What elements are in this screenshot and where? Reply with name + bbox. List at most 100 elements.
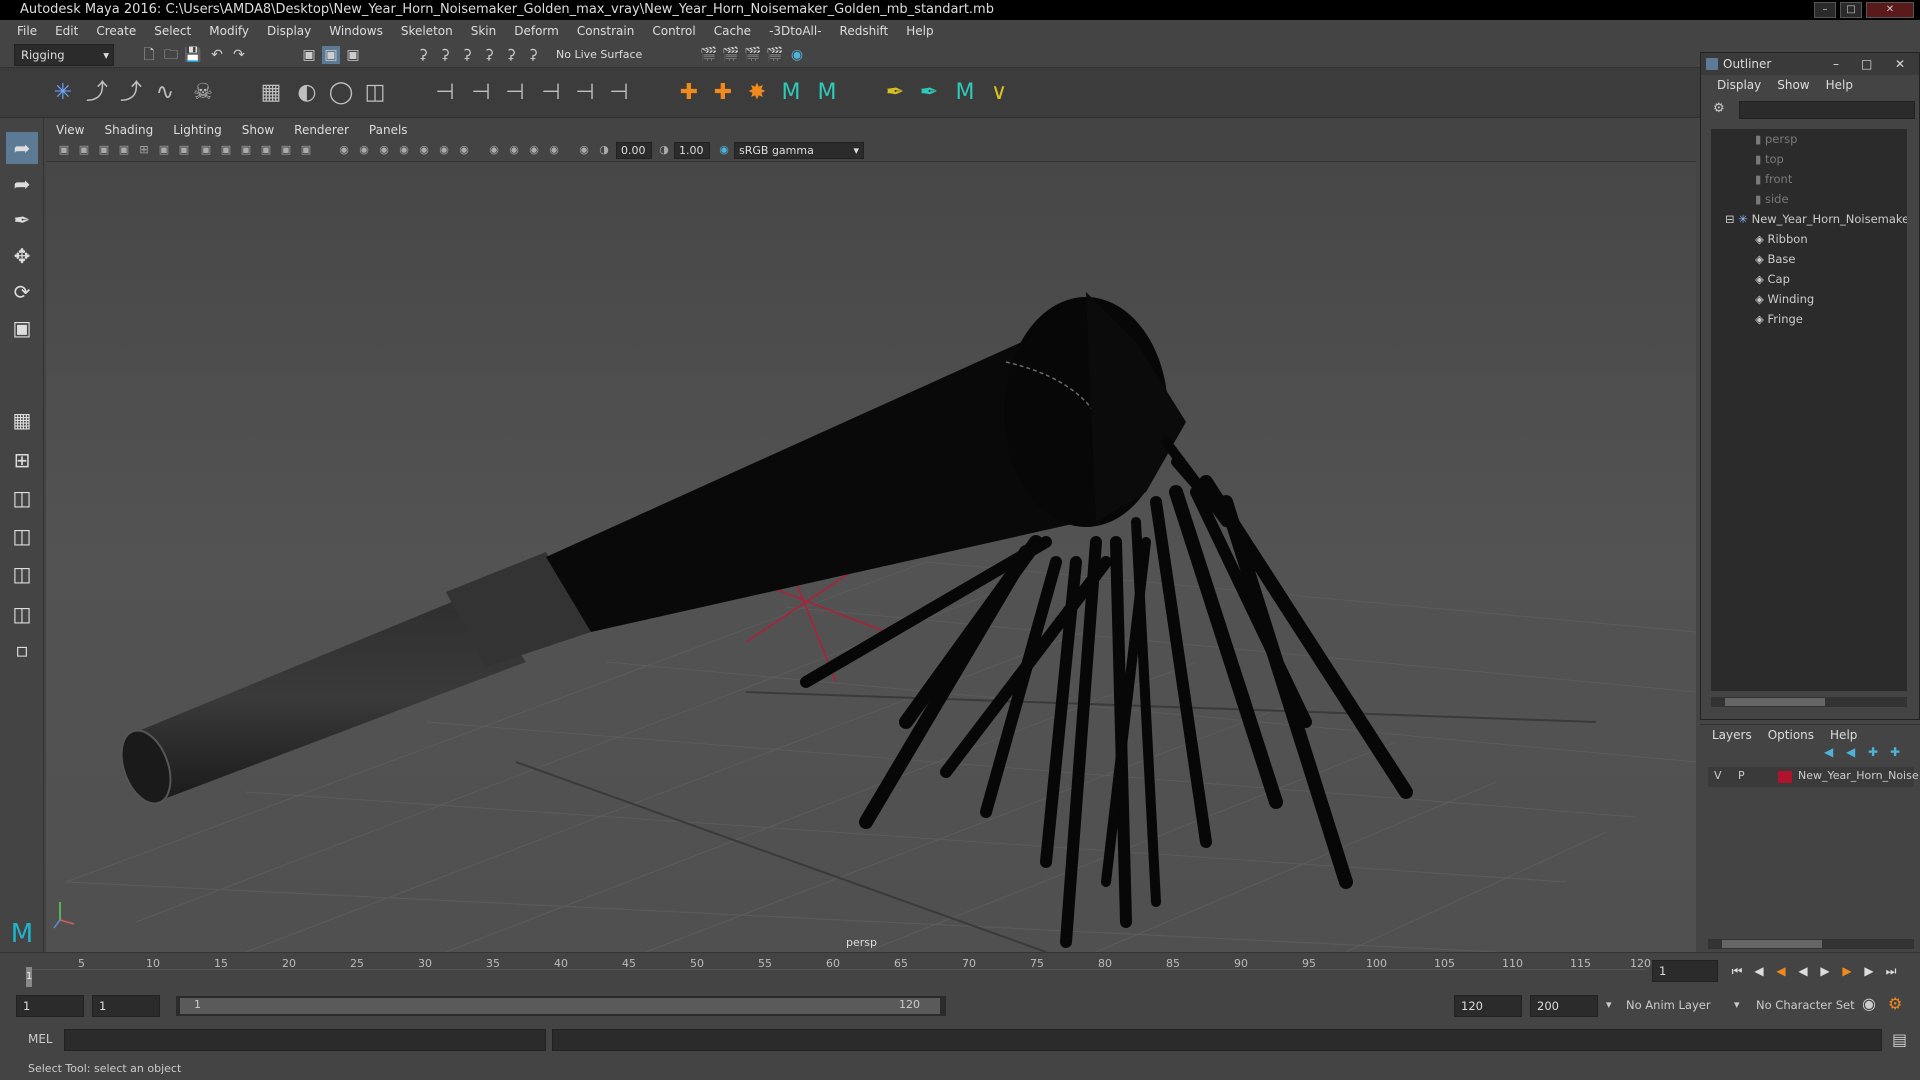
persp-outliner-layout-icon[interactable]: ◫ [6,482,38,514]
auto-key-icon[interactable]: ◉ [1862,994,1876,1013]
script-language-toggle[interactable]: MEL [28,1032,53,1046]
minimize-icon[interactable]: – [1833,53,1839,75]
menu-cache[interactable]: Cache [705,20,760,42]
menu-redshift[interactable]: Redshift [831,20,898,42]
new-layer-selected-icon[interactable]: ✚ [1890,745,1900,759]
close-button[interactable]: ✕ [1866,2,1914,18]
ik-fk-icon[interactable]: ✚ [708,78,738,108]
chevron-down-icon[interactable]: ▾ [1606,998,1612,1011]
orient-constraint-icon[interactable]: ⊣ [500,78,530,108]
paint-weights-icon[interactable]: ✒ [880,78,910,108]
outliner-menu-help[interactable]: Help [1818,78,1861,92]
grid-toggle-icon[interactable]: ⊞ [136,142,152,158]
viewport-menu-panels[interactable]: Panels [359,123,418,137]
scale-constraint-icon[interactable]: ⊣ [536,78,566,108]
step-back-frame-icon[interactable]: ◀ [1750,963,1768,979]
anim-layer-dropdown[interactable]: No Anim Layer [1626,998,1711,1012]
outliner-item-base[interactable]: ◈ Base [1755,249,1796,269]
aim-constraint-icon[interactable]: ⊣ [466,78,496,108]
menu-windows[interactable]: Windows [320,20,392,42]
chevron-down-icon[interactable]: ▾ [1734,998,1740,1011]
snap-vertex-icon[interactable]: ⚳ [524,46,542,64]
scrollbar-thumb[interactable] [1722,940,1822,948]
layer-menu-layers[interactable]: Layers [1704,728,1760,742]
undo-icon[interactable]: ↶ [208,46,226,64]
layer-playback-toggle[interactable]: P [1738,769,1745,782]
minimize-button[interactable]: – [1814,2,1836,18]
redo-icon[interactable]: ↷ [230,46,248,64]
current-frame-field[interactable]: 1 [1652,960,1718,982]
menu-edit[interactable]: Edit [46,20,87,42]
gamma-field[interactable]: 1.00 [674,142,710,159]
ik-handle-icon[interactable]: ⤴ [82,78,112,108]
menu-display[interactable]: Display [258,20,320,42]
menu-set-dropdown[interactable]: Rigging ▾ [14,44,114,66]
outliner-horizontal-scrollbar[interactable] [1711,697,1907,707]
preferences-icon[interactable]: ⚙ [1888,994,1902,1013]
smooth-shade-icon[interactable]: ▣ [218,142,234,158]
menu-constrain[interactable]: Constrain [568,20,644,42]
joint-tool-icon[interactable]: ✳ [48,78,78,108]
viewport-menu-shading[interactable]: Shading [94,123,163,137]
outliner-item-ribbon[interactable]: ◈ Ribbon [1755,229,1808,249]
isolate-select-icon[interactable]: ◉ [336,142,352,158]
ipr-render-icon[interactable]: 🎬 [744,46,762,64]
open-scene-icon[interactable]: 🗀 [162,46,180,64]
xray-icon[interactable]: ▣ [298,142,314,158]
parent-constraint-icon[interactable]: ⊣ [570,78,600,108]
single-perspective-layout-icon[interactable]: ▦ [6,404,38,436]
snap-grid-icon[interactable]: ⚳ [414,46,432,64]
select-hierarchy-icon[interactable]: ▣ [300,46,318,64]
exposure-field[interactable]: 0.00 [616,142,652,159]
xray-joints-icon[interactable]: ◉ [356,142,372,158]
backface-icon[interactable]: ◉ [396,142,412,158]
filter-icon[interactable]: ⚙ [1713,101,1725,116]
four-view-layout-icon[interactable]: ⊞ [6,444,38,476]
paint-select-icon[interactable]: ✒ [6,204,38,236]
maximize-icon[interactable]: □ [1861,53,1872,75]
camera-attributes-icon[interactable]: ▣ [76,142,92,158]
menu-select[interactable]: Select [145,20,200,42]
viewport-menu-show[interactable]: Show [232,123,284,137]
layer-visibility-toggle[interactable]: V [1714,769,1722,782]
new-layer-icon[interactable]: ✚ [1868,745,1878,759]
exposure-icon[interactable]: ◑ [596,142,612,158]
mirror-skin-icon[interactable]: M [812,78,842,108]
view-transform-icon[interactable]: ◉ [716,142,732,158]
gamma-icon[interactable]: ◑ [656,142,672,158]
ik-spline-icon[interactable]: ⤴ [116,78,146,108]
film-gate-icon[interactable]: ▣ [156,142,172,158]
live-surface-label[interactable]: No Live Surface [556,48,642,61]
play-backwards-icon[interactable]: ◀ [1794,963,1812,979]
layer-horizontal-scrollbar[interactable] [1708,939,1914,949]
layer-color-swatch[interactable] [1778,771,1792,783]
outliner-item-cap[interactable]: ◈ Cap [1755,269,1790,289]
step-back-key-icon[interactable]: ◀ [1772,963,1790,979]
layer-menu-options[interactable]: Options [1760,728,1822,742]
select-tool-icon[interactable]: ➦ [6,132,38,164]
outliner-item-side[interactable]: ▮ side [1755,189,1789,209]
scale-tool-icon[interactable]: ▣ [6,312,38,344]
lattice-icon[interactable]: ◯ [326,78,356,108]
menu-skeleton[interactable]: Skeleton [392,20,462,42]
smooth-bind-icon[interactable]: ◐ [292,78,322,108]
motion-blur-icon[interactable]: ◉ [436,142,452,158]
humanik-icon[interactable]: ☠ [188,78,218,108]
wireframe-on-shaded-icon[interactable]: ◉ [376,142,392,158]
snap-curve-icon[interactable]: ⚳ [436,46,454,64]
menu-file[interactable]: File [8,20,46,42]
resolution-gate-icon[interactable]: ▣ [176,142,192,158]
hud-icon[interactable]: ◉ [526,142,542,158]
wireframe-icon[interactable]: ▣ [198,142,214,158]
hypershade-layout-icon[interactable]: ◫ [6,598,38,630]
script-editor-icon[interactable]: ▤ [1892,1030,1907,1049]
snap-surface-icon[interactable]: ⚳ [502,46,520,64]
move-tool-icon[interactable]: ✥ [6,240,38,272]
outliner-item-root[interactable]: ⊟ ✳ New_Year_Horn_Noisemaker [1725,209,1907,229]
close-icon[interactable]: ✕ [1895,53,1905,75]
screen-space-icon[interactable]: ◉ [506,142,522,158]
step-forward-key-icon[interactable]: ▶ [1838,963,1856,979]
scrollbar-thumb[interactable] [1725,698,1825,706]
lasso-tool-icon[interactable]: ➦ [6,168,38,200]
outliner-layout-icon[interactable]: ◫ [6,558,38,590]
